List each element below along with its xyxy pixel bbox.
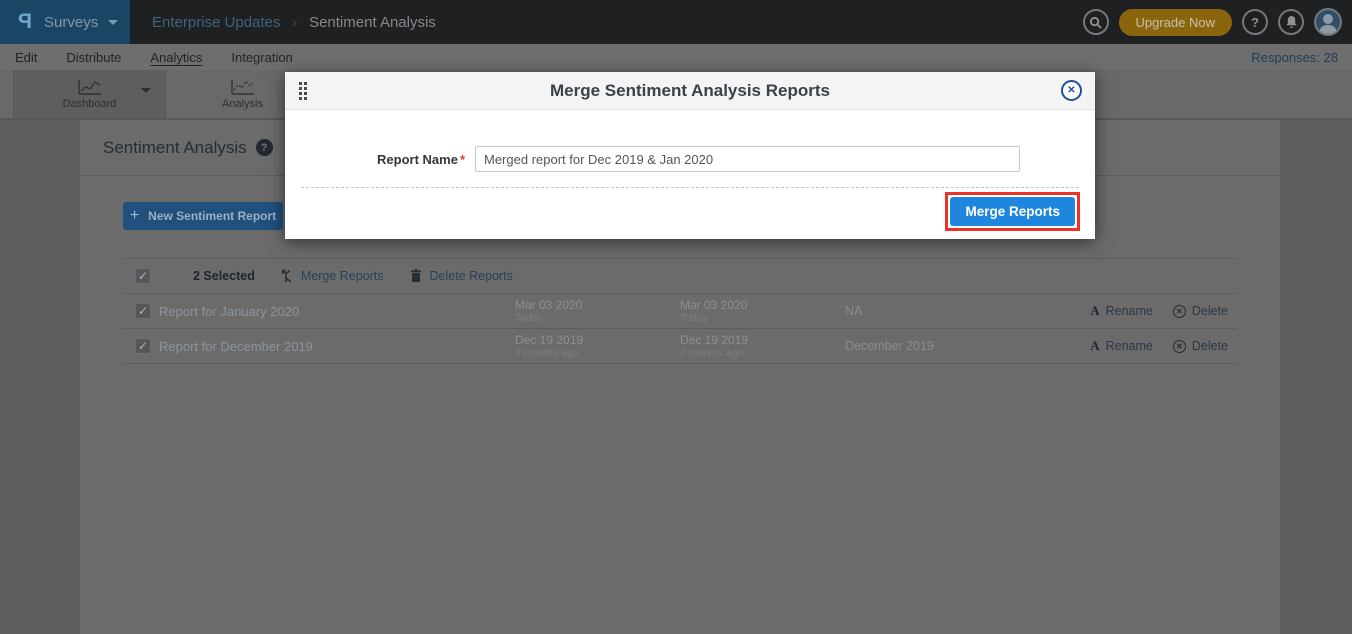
new-sentiment-report-label: New Sentiment Report — [148, 209, 276, 223]
delete-label: Delete — [1192, 304, 1228, 318]
report-name[interactable]: Report for December 2019 — [155, 339, 511, 354]
avatar-silhouette — [1323, 14, 1333, 24]
nav-item-edit[interactable]: Edit — [15, 50, 37, 65]
plus-icon — [130, 207, 139, 225]
nav-item-integration[interactable]: Integration — [231, 50, 292, 65]
report-name-input[interactable] — [475, 146, 1020, 172]
notifications-button[interactable] — [1278, 9, 1304, 35]
search-icon — [1089, 16, 1102, 29]
top-navbar: P Surveys Enterprise Updates › Sentiment… — [0, 0, 1352, 44]
breadcrumb-separator-icon: › — [292, 14, 297, 30]
created-date: Mar 03 2020 — [515, 299, 676, 312]
app-screen: P Surveys Enterprise Updates › Sentiment… — [0, 0, 1352, 634]
modal-footer: Merge Reports — [285, 188, 1095, 239]
row-checkbox[interactable] — [135, 303, 151, 319]
rename-icon: A — [1090, 303, 1099, 319]
modified-date: Dec 19 2019 — [680, 334, 841, 347]
delete-circle-icon — [1173, 340, 1186, 353]
merge-reports-label: Merge Reports — [301, 269, 384, 283]
delete-label: Delete — [1192, 339, 1228, 353]
modified-date-relative: 2 months ago — [680, 347, 841, 359]
delete-reports-label: Delete Reports — [430, 269, 513, 283]
table-selection-toolbar: 2 Selected Merge Reports Delete Reports — [123, 258, 1236, 294]
chevron-down-icon — [108, 20, 118, 25]
table-row[interactable]: Report for January 2020 Mar 03 2020 Toda… — [123, 294, 1236, 329]
modal-title: Merge Sentiment Analysis Reports — [285, 81, 1095, 101]
modified-date: Mar 03 2020 — [680, 299, 841, 312]
survey-section-nav: Edit Distribute Analytics Integration Re… — [0, 44, 1352, 70]
modified-date-cell: Dec 19 2019 2 months ago — [676, 334, 841, 359]
selected-count: 2 Selected — [193, 269, 255, 283]
question-mark-icon: ? — [1251, 15, 1259, 30]
page-title: Sentiment Analysis — [103, 138, 247, 158]
modal-header: Merge Sentiment Analysis Reports — [285, 72, 1095, 110]
delete-reports-action[interactable]: Delete Reports — [410, 269, 513, 283]
report-label: December 2019 — [841, 339, 1090, 353]
scatter-chart-icon — [230, 78, 256, 96]
line-chart-icon — [77, 78, 103, 96]
rename-label: Rename — [1106, 339, 1153, 353]
new-sentiment-report-button[interactable]: New Sentiment Report — [123, 202, 283, 230]
help-button[interactable]: ? — [1242, 9, 1268, 35]
help-icon[interactable]: ? — [256, 139, 273, 156]
reports-table: 2 Selected Merge Reports Delete Reports … — [123, 258, 1236, 364]
created-date-cell: Mar 03 2020 Today — [511, 299, 676, 324]
report-name-field-row: Report Name* — [285, 146, 1095, 172]
created-date-relative: 2 months ago — [515, 347, 676, 359]
merge-icon — [279, 269, 293, 284]
select-all-checkbox[interactable] — [135, 268, 151, 284]
topbar-actions: Upgrade Now ? — [1083, 8, 1352, 36]
account-avatar[interactable] — [1314, 8, 1342, 36]
nav-item-distribute[interactable]: Distribute — [66, 50, 121, 65]
annotation-highlight-box: Merge Reports — [945, 192, 1080, 231]
rename-action[interactable]: A Rename — [1090, 338, 1153, 354]
product-switcher[interactable]: P Surveys — [0, 0, 130, 44]
report-label: NA — [841, 304, 1090, 318]
required-asterisk: * — [460, 152, 465, 167]
search-button[interactable] — [1083, 9, 1109, 35]
chevron-down-icon[interactable] — [141, 88, 151, 93]
nav-item-analytics[interactable]: Analytics — [150, 50, 202, 65]
report-name-label: Report Name* — [285, 152, 475, 167]
modal-body: Report Name* Merge Reports — [285, 146, 1095, 239]
breadcrumb-current: Sentiment Analysis — [309, 14, 436, 31]
row-checkbox[interactable] — [135, 338, 151, 354]
tab-dashboard[interactable]: Dashboard — [13, 70, 166, 118]
trash-icon — [410, 269, 422, 283]
delete-action[interactable]: Delete — [1173, 304, 1228, 318]
questionpro-logo-icon: P — [18, 10, 32, 34]
product-name: Surveys — [44, 14, 98, 31]
rename-icon: A — [1090, 338, 1099, 354]
upgrade-now-button[interactable]: Upgrade Now — [1119, 9, 1233, 36]
responses-count: Responses: 28 — [1251, 50, 1338, 65]
merge-reports-submit-button[interactable]: Merge Reports — [950, 197, 1075, 226]
modified-date-relative: Today — [680, 312, 841, 324]
breadcrumb-parent[interactable]: Enterprise Updates — [152, 14, 280, 31]
merge-reports-action[interactable]: Merge Reports — [279, 269, 384, 284]
rename-action[interactable]: A Rename — [1090, 303, 1153, 319]
modified-date-cell: Mar 03 2020 Today — [676, 299, 841, 324]
tab-analysis-label: Analysis — [222, 98, 263, 110]
created-date-cell: Dec 19 2019 2 months ago — [511, 334, 676, 359]
delete-action[interactable]: Delete — [1173, 339, 1228, 353]
close-icon[interactable] — [1061, 80, 1082, 101]
report-name[interactable]: Report for January 2020 — [155, 304, 511, 319]
delete-circle-icon — [1173, 305, 1186, 318]
bell-icon — [1285, 15, 1298, 29]
table-row[interactable]: Report for December 2019 Dec 19 2019 2 m… — [123, 329, 1236, 364]
tab-dashboard-label: Dashboard — [63, 98, 117, 110]
created-date-relative: Today — [515, 312, 676, 324]
merge-reports-modal: Merge Sentiment Analysis Reports Report … — [285, 72, 1095, 239]
breadcrumb: Enterprise Updates › Sentiment Analysis — [152, 14, 436, 31]
created-date: Dec 19 2019 — [515, 334, 676, 347]
rename-label: Rename — [1106, 304, 1153, 318]
